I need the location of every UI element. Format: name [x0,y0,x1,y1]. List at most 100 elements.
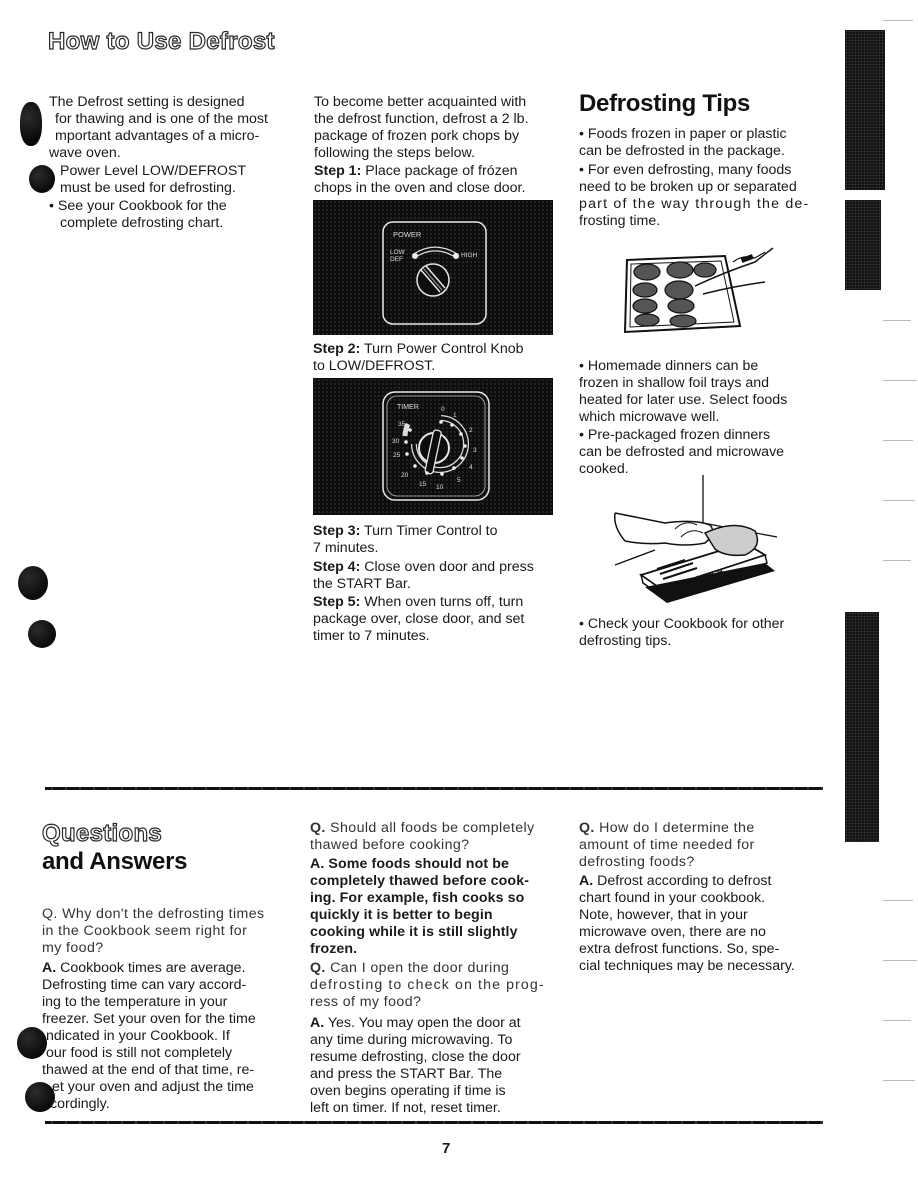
question-2: Q. Should all foods be completely thawed… [310,820,570,854]
text-line: chops in the oven and close door. [314,180,526,196]
bullet-line: Foods frozen in paper or plastic [579,126,829,143]
qa-item-3: Q. How do I determine the amount of time… [579,820,839,975]
edge-text [883,380,917,381]
text-line: defrosting foods? [579,854,695,870]
text-line: chart found in your cookbook. [579,890,766,906]
edge-text [883,1080,915,1081]
text-line: et your oven and adjust the time [52,1079,254,1095]
q-marker: Q. [42,906,58,922]
edge-block [845,30,885,190]
text-line: thawed before cooking? [310,837,470,853]
edge-text [883,500,915,501]
question-4: Q. How do I determine the amount of time… [579,820,839,871]
text-line: cooking while it is still slightly [310,924,518,940]
dial-label: 1 [453,412,457,419]
bottom-divider [45,1121,823,1124]
qa-item-1: Q. Why don't the defrosting times in the… [42,906,302,1113]
a-marker: A. [310,1015,325,1031]
tips-title: Defrosting Tips [579,90,751,117]
dial-label: 0 [441,406,445,413]
dial-label: 3 [473,447,477,454]
answer-3: A. Yes. You may open the door at any tim… [310,1015,570,1117]
bullet-line: Pre-packaged frozen dinners [579,427,829,444]
bullet-line: For even defrosting, many foods [579,162,829,179]
dial-label: 30 [392,438,400,445]
text-line: can be defrosted in the package. [579,143,785,159]
text-line: How do I determine the [594,820,755,836]
text-line: defrosting to check on the prog- [310,977,545,993]
text-line: Cookbook times are average. [56,960,246,976]
tip-3: Homemade dinners can be frozen in shallo… [579,358,829,426]
edge-block [845,200,881,290]
text-line: package over, close door, and set [313,611,525,627]
edge-text [883,960,917,961]
timer-panel-illustration: TIMER 0 1 2 3 4 5 10 15 20 25 30 35 [382,391,490,501]
text-line: Some foods should not be [324,856,509,872]
timer-panel-title: TIMER [397,404,419,411]
text-line: Power Level LOW/DEFROST [60,163,247,179]
text-line: any time during microwaving. To [310,1032,513,1048]
tip-1: Foods frozen in paper or plastic can be … [579,126,829,160]
text-line: must be used for defrosting. [60,180,236,196]
text-line: and press the START Bar. The [310,1066,503,1082]
text-line: following the steps below. [314,145,475,161]
text-line: mportant advantages of a micro- [55,128,260,144]
step-5: Step 5: When oven turns off, turn packag… [313,594,563,645]
answer-1: A. Cookbook times are average. Defrostin… [42,960,302,1113]
dial-label: 10 [436,484,444,491]
text-line: freezer. Set your oven for the time [42,1011,256,1027]
power-control-photo: POWER LOW DEF HIGH [313,200,553,335]
text-line: timer to 7 minutes. [313,628,430,644]
text-line: cial techniques may be necessary. [579,958,795,974]
edge-text [883,20,913,21]
step-label: Step 1: [314,163,362,179]
question-3: Q. Can I open the door during defrosting… [310,960,570,1011]
text-line: Defrost according to defrost [593,873,772,889]
pork-chops-tray-illustration [623,247,774,334]
high-label: HIGH [461,252,478,259]
page-edge-strip [845,0,918,1188]
q-marker: Q. [579,820,595,836]
edge-text [883,440,913,441]
text-line: in the Cookbook seem right for [42,923,248,939]
text-line: our food is still not completely [46,1045,233,1061]
text-line: ndicated in your Cookbook. If [46,1028,230,1044]
binder-hole-mark [18,566,48,600]
text-line: microwave oven, there are no [579,924,766,940]
step-label: Step 3: [313,523,361,539]
section-divider [45,787,823,790]
text-line: Why don't the defrosting times [57,906,265,922]
answer-4: A. Defrost according to defrost chart fo… [579,873,839,975]
text-line: Defrosting time can vary accord- [42,977,247,993]
text-line: Can I open the door during [325,960,510,976]
page-number: 7 [442,1140,451,1157]
text-line: Place package of frózen [361,163,518,179]
steps-intro: To become better acquainted with the def… [314,94,564,162]
tip-4: Pre-packaged frozen dinners can be defro… [579,427,829,478]
binder-hole-mark [20,102,42,146]
text-line: To become better acquainted with [314,94,527,110]
text-line: frozen in shallow foil trays and [579,375,770,391]
tip-2: For even defrosting, many foods need to … [579,162,829,230]
edge-text [883,1020,911,1021]
text-line: Turn Power Control Knob [360,341,524,357]
power-panel-illustration: POWER LOW DEF HIGH [382,221,487,325]
qa-title-line-2: and Answers [42,848,188,875]
text-line: ing to the temperature in your [42,994,228,1010]
text-line: extra defrost functions. So, spe- [579,941,780,957]
a-marker: A. [42,960,57,976]
binder-hole-mark [29,165,55,193]
text-line: completely thawed before cook- [310,873,530,889]
defrost-intro: The Defrost setting is designed for thaw… [49,94,299,162]
step-label: Step 2: [313,341,361,357]
qa-item-2: Q. Should all foods be completely thawed… [310,820,570,1117]
text-line: which microwave well. [579,409,720,425]
step-4: Step 4: Close oven door and press the ST… [313,559,563,593]
binder-hole-mark [28,620,56,648]
power-knob [416,263,450,297]
text-line: Close oven door and press [360,559,534,575]
text-line: ress of my food? [310,994,422,1010]
bullet-line: Check your Cookbook for other [579,616,829,633]
text-line: cordingly. [50,1096,110,1112]
step-label: Step 4: [313,559,361,575]
